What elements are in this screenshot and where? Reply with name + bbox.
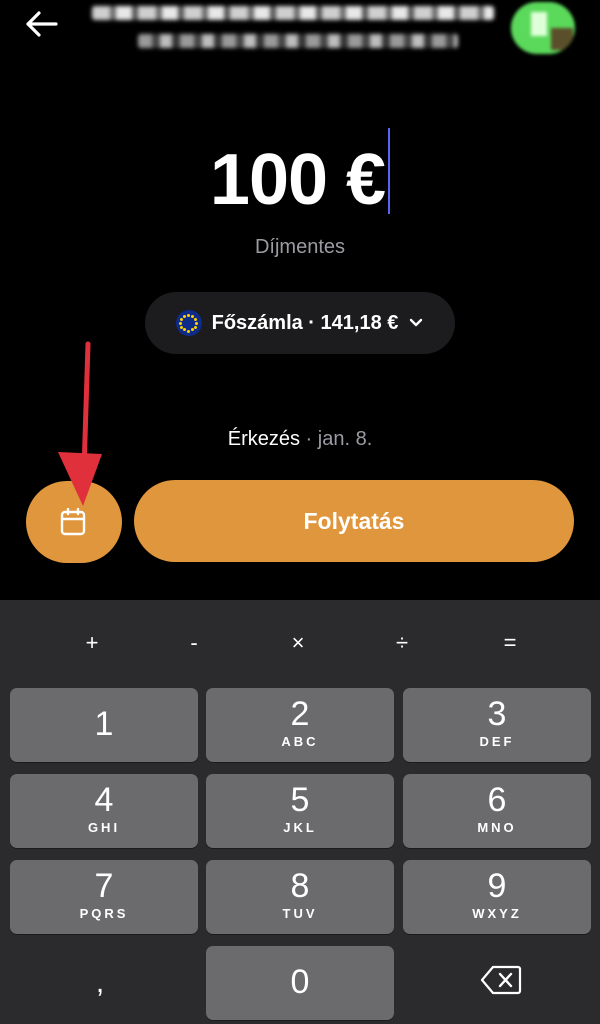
account-label: Főszámla · 141,18 €: [211, 311, 399, 334]
key-0[interactable]: 0: [206, 946, 394, 1020]
amount-value: 100 €: [209, 140, 386, 220]
continue-button[interactable]: Folytatás: [134, 480, 574, 562]
key-7[interactable]: 7 PQRS: [10, 860, 198, 934]
key-letters: WXYZ: [472, 906, 522, 921]
key-digit: 5: [290, 781, 310, 819]
operator-key[interactable]: ÷: [382, 630, 422, 656]
eu-flag-icon: [175, 310, 202, 336]
key-1[interactable]: 1: [10, 688, 198, 762]
amount-input[interactable]: 100 €: [0, 128, 600, 221]
key-digit: 3: [487, 695, 507, 733]
arrival-info: Érkezés · jan. 8.: [0, 428, 600, 451]
key-letters: DEF: [479, 734, 515, 749]
key-digit: 8: [290, 867, 310, 905]
key-9[interactable]: 9 WXYZ: [403, 860, 591, 934]
operator-key[interactable]: +: [72, 630, 112, 656]
key-4[interactable]: 4 GHI: [10, 774, 198, 848]
recipient-name-redacted: [92, 6, 494, 20]
key-digit: 6: [487, 781, 507, 819]
operator-key[interactable]: =: [490, 630, 530, 656]
key-8[interactable]: 8 TUV: [206, 860, 394, 934]
key-digit: 1: [94, 705, 114, 743]
arrival-label: Érkezés: [227, 428, 300, 450]
key-digit: 2: [290, 695, 310, 733]
back-arrow-icon[interactable]: [22, 8, 62, 40]
key-comma[interactable]: ,: [80, 966, 120, 1000]
recipient-avatar[interactable]: [511, 2, 575, 54]
chevron-down-icon: [410, 318, 423, 327]
key-6[interactable]: 6 MNO: [403, 774, 591, 848]
calendar-icon: [60, 508, 86, 536]
key-digit: 0: [290, 963, 310, 1001]
operator-key[interactable]: ×: [278, 630, 318, 656]
account-selector[interactable]: Főszámla · 141,18 €: [145, 292, 455, 354]
arrival-separator: ·: [299, 428, 318, 450]
key-digit: 7: [94, 867, 114, 905]
key-5[interactable]: 5 JKL: [206, 774, 394, 848]
key-digit: 4: [94, 781, 114, 819]
key-letters: JKL: [283, 820, 317, 835]
key-letters: PQRS: [79, 906, 129, 921]
key-2[interactable]: 2 ABC: [206, 688, 394, 762]
key-digit: 9: [487, 867, 507, 905]
arrival-date: jan. 8.: [317, 428, 373, 450]
key-letters: TUV: [282, 906, 318, 921]
backspace-icon[interactable]: [480, 964, 522, 996]
key-letters: MNO: [477, 820, 517, 835]
operator-key[interactable]: -: [174, 630, 214, 656]
recipient-details-redacted: [138, 34, 458, 48]
key-letters: ABC: [281, 734, 319, 749]
key-letters: GHI: [87, 820, 121, 835]
text-caret: [388, 128, 391, 214]
fee-label: Díjmentes: [254, 236, 346, 258]
key-3[interactable]: 3 DEF: [403, 688, 591, 762]
